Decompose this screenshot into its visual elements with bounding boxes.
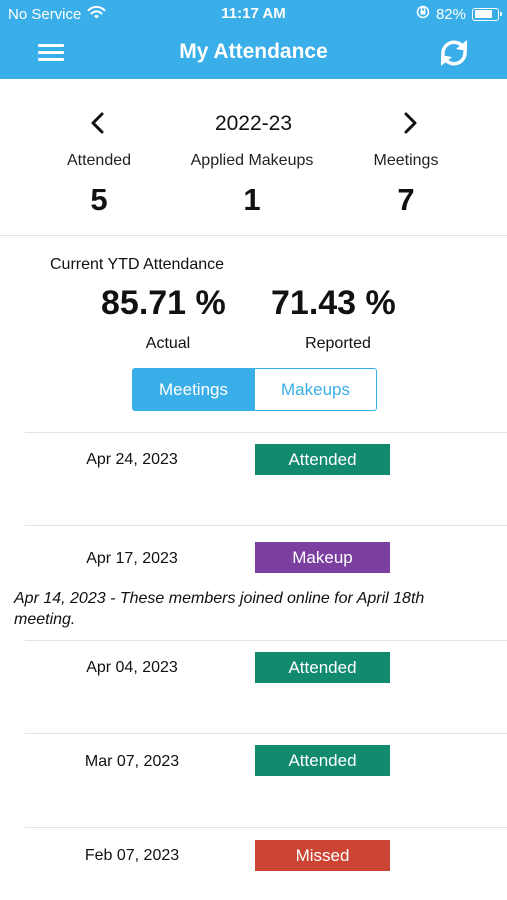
refresh-icon[interactable] [437, 37, 471, 69]
row-divider [25, 432, 507, 433]
status-badge: Makeup [255, 542, 390, 573]
app-header: No Service 11:17 AM 82% My Attendance [0, 0, 507, 79]
ytd-title: Current YTD Attendance [50, 256, 225, 273]
battery-icon [472, 7, 502, 21]
divider [0, 235, 507, 236]
entry-date: Apr 24, 2023 [86, 451, 178, 468]
status-badge: Attended [255, 745, 390, 776]
stat-attended: Attended 5 [19, 152, 179, 218]
status-right: 82% [416, 5, 502, 23]
year-selector: 2022-23 [0, 104, 507, 144]
row-divider [25, 640, 507, 641]
battery-percent: 82% [435, 5, 466, 23]
status-badge: Attended [255, 652, 390, 683]
entry-date: Apr 17, 2023 [86, 550, 178, 567]
row-divider [25, 525, 507, 526]
stat-value: 1 [243, 182, 261, 217]
stat-label: Meetings [373, 152, 439, 169]
stat-label: Applied Makeups [190, 152, 314, 169]
page-title: My Attendance [179, 40, 328, 63]
entry-date: Feb 07, 2023 [84, 847, 180, 864]
entry-date: Apr 04, 2023 [86, 659, 178, 676]
status-bar: No Service 11:17 AM 82% [0, 0, 507, 28]
actual-percentage: 85.71 % [101, 284, 226, 322]
next-year-chevron-icon[interactable] [396, 108, 424, 138]
reported-percentage: 71.43 % [271, 284, 396, 322]
reported-label: Reported [305, 335, 371, 352]
stat-label: Attended [66, 152, 132, 169]
row-divider [25, 827, 507, 828]
year-label: 2022-23 [214, 112, 293, 135]
entry-date: Mar 07, 2023 [84, 753, 180, 770]
stat-value: 5 [90, 182, 108, 217]
stat-meetings: Meetings 7 [326, 152, 486, 218]
actual-label: Actual [145, 335, 191, 352]
nav-bar: My Attendance [0, 28, 507, 79]
orientation-lock-icon [416, 5, 430, 23]
tab-makeups[interactable]: Makeups [254, 368, 377, 411]
stat-applied-makeups: Applied Makeups 1 [172, 152, 332, 218]
stat-value: 7 [397, 182, 415, 217]
attendance-stats: Attended 5 Applied Makeups 1 Meetings 7 [0, 152, 507, 232]
status-badge: Missed [255, 840, 390, 871]
tab-meetings[interactable]: Meetings [132, 368, 255, 411]
entry-note: Apr 14, 2023 - These members joined onli… [14, 590, 425, 628]
status-badge: Attended [255, 444, 390, 475]
row-divider [25, 733, 507, 734]
